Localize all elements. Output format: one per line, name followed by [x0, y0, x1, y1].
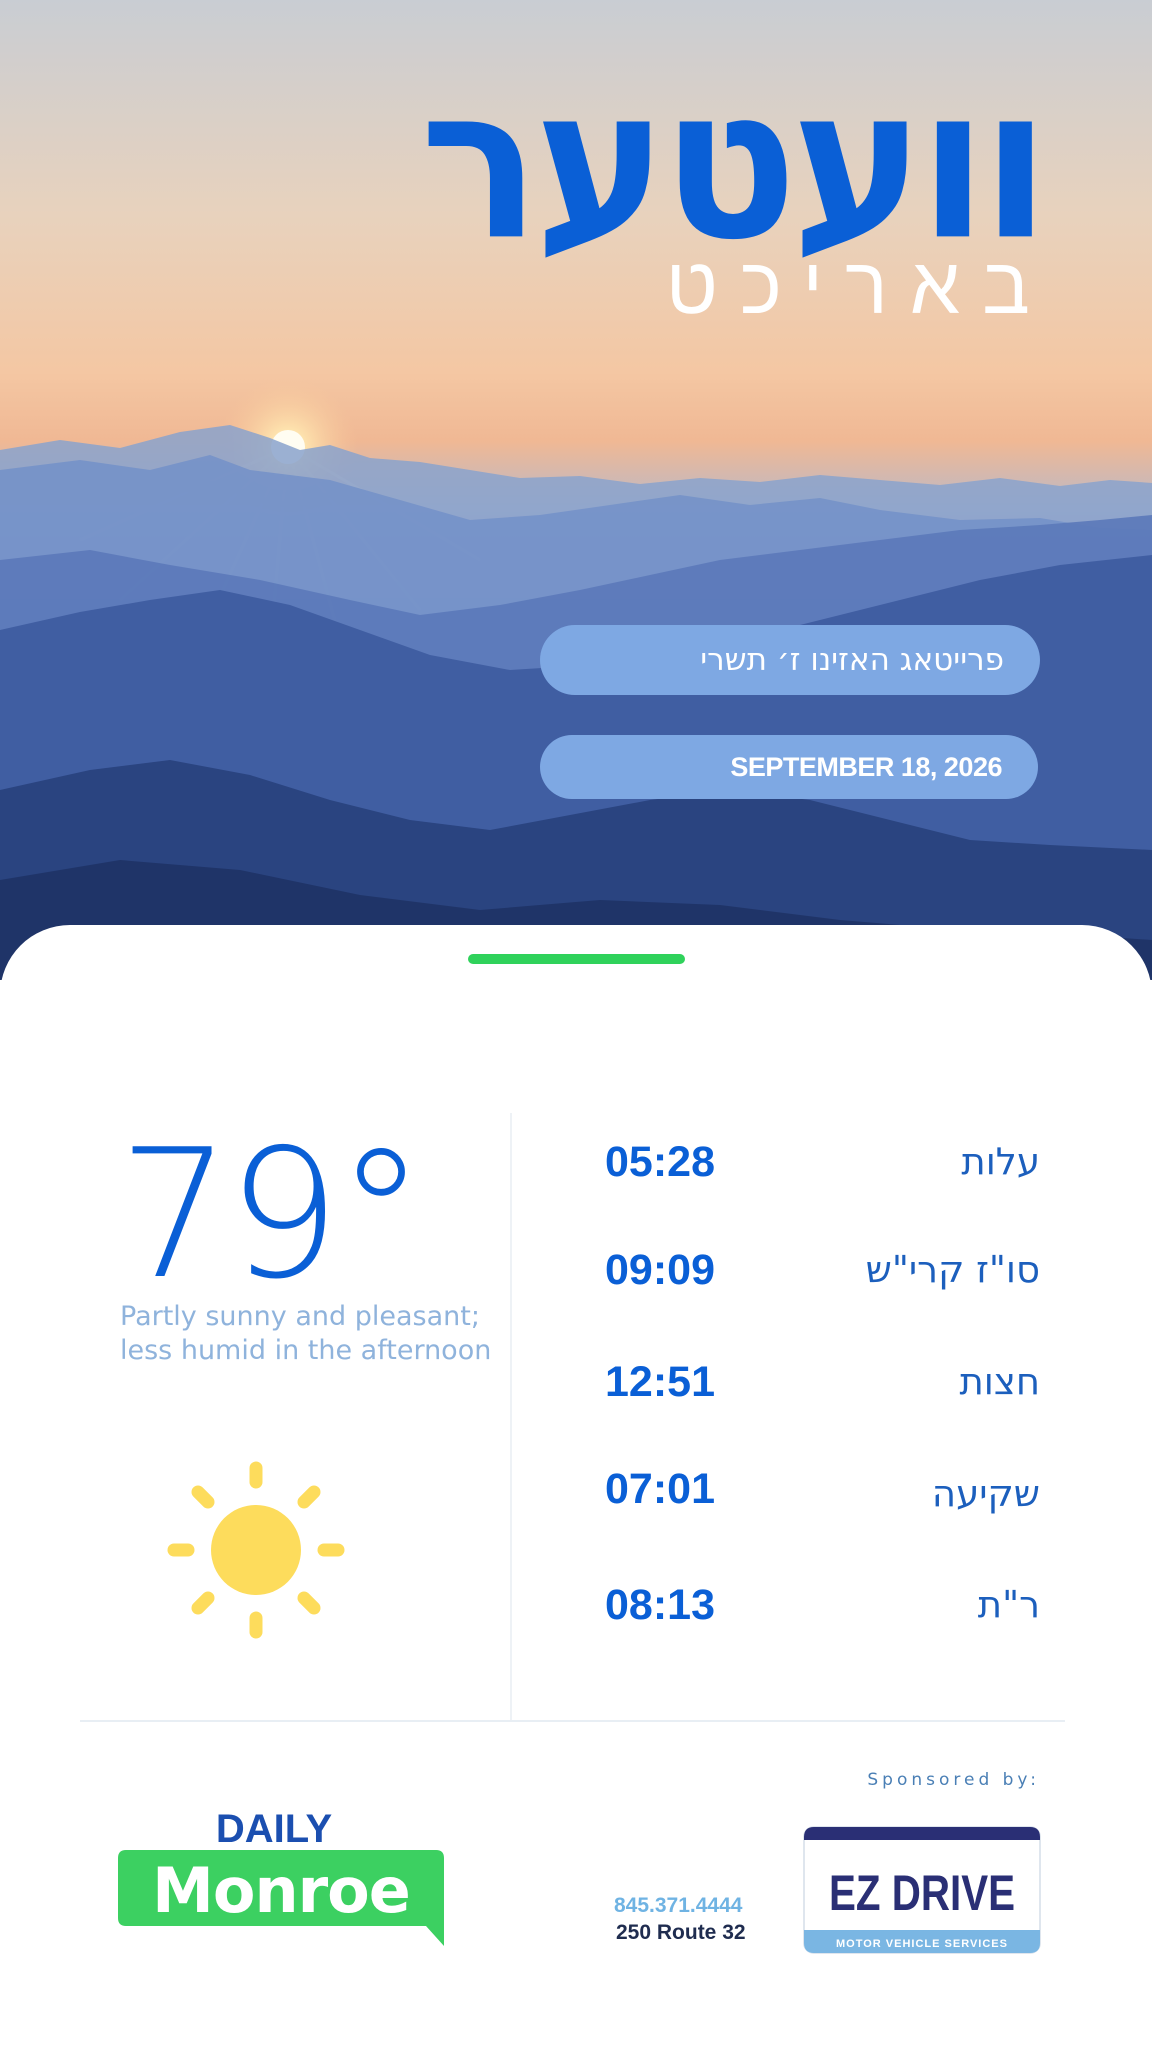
zman-time: 12:51: [605, 1358, 715, 1406]
hebrew-date-pill: פרייטאג האזינו ז׳ תשרי: [540, 625, 1040, 695]
hero-banner: וועטער באריכט פרייטאג האזינו ז׳ תשרי SEP…: [0, 0, 1152, 980]
zman-time: 07:01: [605, 1465, 715, 1513]
daily-monroe-logo[interactable]: DAILY Monroe: [114, 1796, 454, 1956]
gregorian-date-pill: SEPTEMBER 18, 2026: [540, 735, 1038, 799]
footer-divider: [80, 1720, 1065, 1722]
ez-drive-logo[interactable]: EZ DRIVE MOTOR VEHICLE SERVICES: [803, 1826, 1041, 1954]
ez-drive-text: EZ DRIVE: [829, 1865, 1015, 1921]
ez-drive-tagline: MOTOR VEHICLE SERVICES: [836, 1938, 1008, 1950]
zman-label: ר"ת: [977, 1583, 1040, 1626]
logo-daily-text: DAILY: [216, 1807, 333, 1851]
sponsored-by-label: Sponsored by:: [867, 1770, 1040, 1790]
weather-description: Partly sunny and pleasant; less humid in…: [120, 1301, 492, 1366]
page-subtitle: באריכט: [665, 239, 1052, 332]
drag-handle[interactable]: [468, 954, 685, 964]
sun-icon: [167, 1461, 345, 1639]
zman-label: חצות: [959, 1360, 1040, 1403]
column-divider: [510, 1113, 512, 1720]
sponsor-address: 250 Route 32: [616, 1921, 746, 1944]
zman-label: סו"ז קרי"ש: [865, 1248, 1040, 1291]
zman-label: עלות: [961, 1140, 1040, 1183]
zman-time: 08:13: [605, 1581, 715, 1629]
zman-label: שקיעה: [931, 1472, 1040, 1515]
zman-time: 09:09: [605, 1246, 715, 1294]
sponsor-phone[interactable]: 845.371.4444: [614, 1894, 742, 1918]
zman-time: 05:28: [605, 1138, 715, 1186]
temperature-value: 79°: [118, 1111, 425, 1318]
logo-monroe-text: Monroe: [152, 1854, 410, 1927]
